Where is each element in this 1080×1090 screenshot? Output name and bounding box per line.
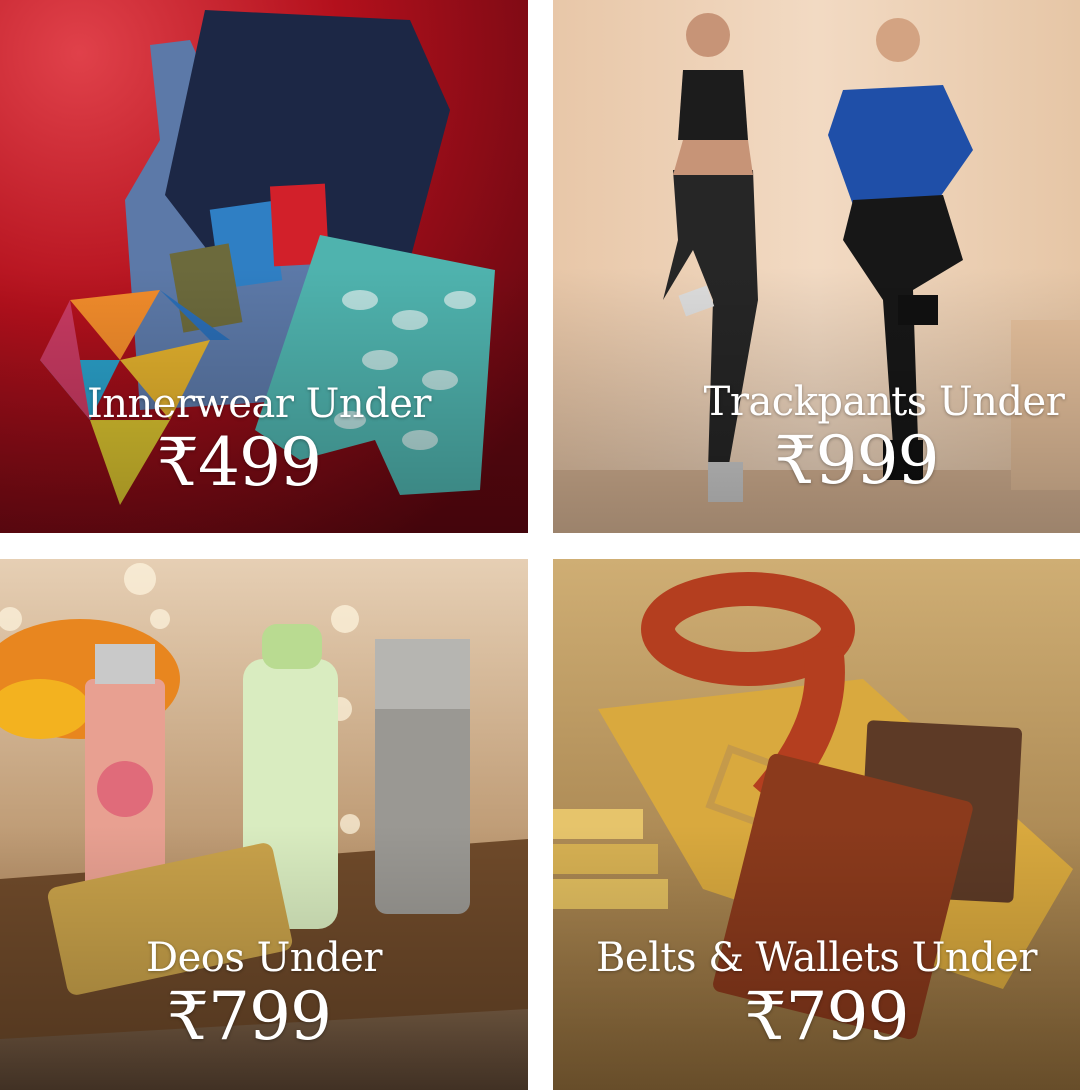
- tile-belts-wallets[interactable]: Belts & Wallets Under ₹799: [553, 559, 1080, 1090]
- tile-caption: Innerwear Under ₹499: [0, 382, 528, 500]
- tile-title: Trackpants Under: [703, 379, 1065, 425]
- category-offer-grid: Innerwear Under ₹499 Trackpants Under ₹9…: [0, 0, 1080, 1090]
- tile-title: Belts & Wallets Under: [596, 935, 1037, 981]
- tile-price: ₹499: [157, 424, 322, 501]
- tile-innerwear[interactable]: Innerwear Under ₹499: [0, 0, 528, 533]
- tile-price: ₹799: [167, 978, 332, 1055]
- tile-trackpants[interactable]: Trackpants Under ₹999: [553, 0, 1080, 533]
- tile-caption: Trackpants Under ₹999: [553, 380, 1080, 498]
- tile-title: Innerwear Under: [86, 381, 432, 427]
- tile-price: ₹799: [744, 978, 910, 1055]
- tile-deos[interactable]: Deos Under ₹799: [0, 559, 528, 1090]
- tile-caption: Deos Under ₹799: [0, 936, 528, 1054]
- tile-caption: Belts & Wallets Under ₹799: [553, 936, 1080, 1054]
- tile-price: ₹999: [774, 422, 940, 499]
- tile-title: Deos Under: [146, 935, 382, 981]
